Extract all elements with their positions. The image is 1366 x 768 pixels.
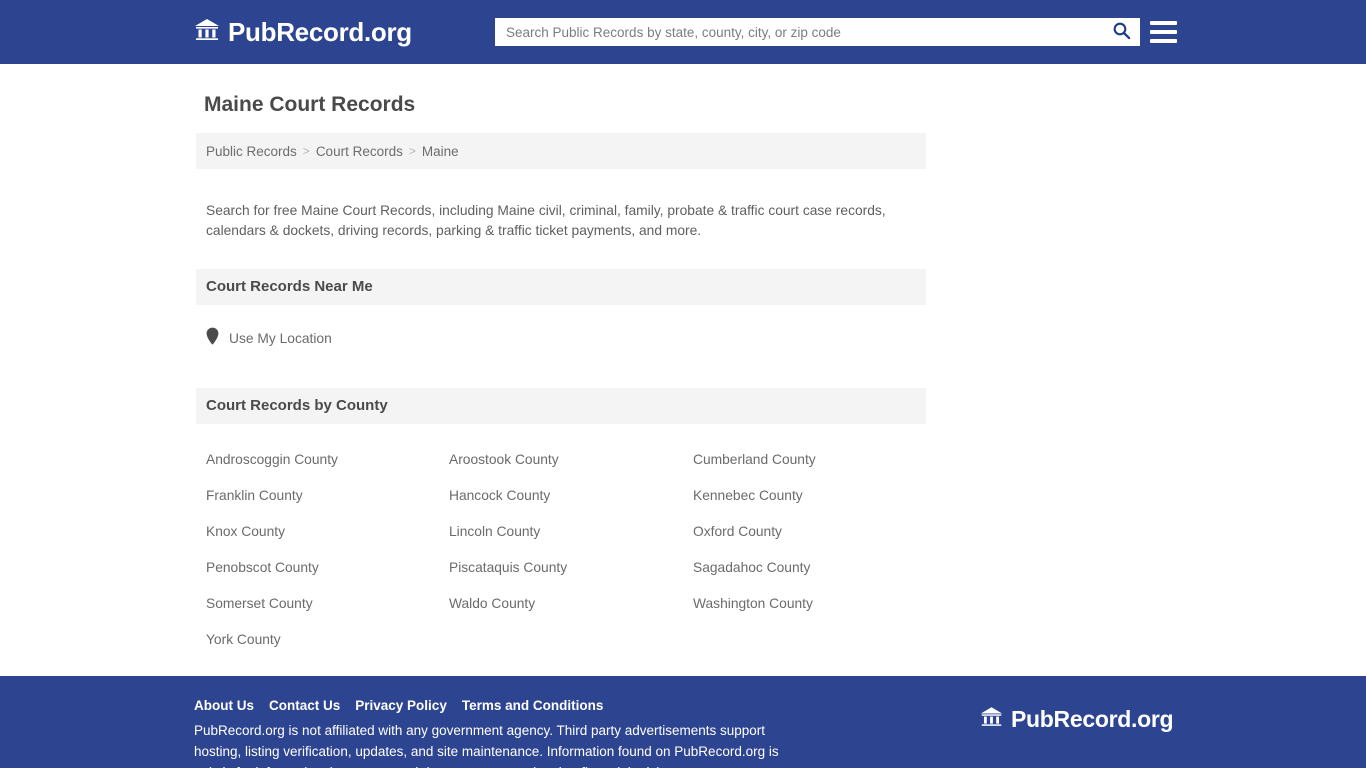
footer-link-about-us[interactable]: About Us	[194, 698, 254, 713]
hamburger-bar-3	[1150, 39, 1177, 43]
county-list-item-empty	[439, 622, 683, 658]
county-list-item: Waldo County	[439, 586, 683, 622]
header-logo-link[interactable]: PubRecord.org	[194, 0, 412, 64]
search-bar[interactable]	[495, 18, 1140, 46]
county-list-item: Oxford County	[683, 514, 926, 550]
footer-links: About Us Contact Us Privacy Policy Terms…	[194, 698, 834, 713]
county-list-item: Knox County	[196, 514, 439, 550]
county-link-oxford[interactable]: Oxford County	[693, 524, 782, 539]
county-link-lincoln[interactable]: Lincoln County	[449, 524, 540, 539]
page-title: Maine Court Records	[204, 93, 416, 116]
county-link-aroostook[interactable]: Aroostook County	[449, 452, 559, 467]
section-heading-by-county: Court Records by County	[196, 387, 926, 424]
site-header: PubRecord.org	[0, 0, 1366, 64]
footer-logo-link[interactable]: PubRecord.org	[980, 705, 1174, 733]
breadcrumb-item-court-records[interactable]: Court Records	[316, 144, 403, 159]
county-list-item: Sagadahoc County	[683, 550, 926, 586]
near-me-section-body: Use My Location	[196, 305, 926, 360]
footer-brand-text: PubRecord.org	[1011, 705, 1174, 732]
county-link-piscataquis[interactable]: Piscataquis County	[449, 560, 567, 575]
footer-link-terms-and-conditions[interactable]: Terms and Conditions	[462, 698, 604, 713]
intro-description: Search for free Maine Court Records, inc…	[206, 202, 886, 238]
county-list-item: York County	[196, 622, 439, 658]
search-button[interactable]	[1108, 21, 1135, 43]
county-list-item: Washington County	[683, 586, 926, 622]
county-link-knox[interactable]: Knox County	[206, 524, 285, 539]
county-link-waldo[interactable]: Waldo County	[449, 596, 535, 611]
breadcrumb: Public Records > Court Records > Maine	[196, 133, 926, 170]
county-list-item: Kennebec County	[683, 478, 926, 514]
county-link-cumberland[interactable]: Cumberland County	[693, 452, 816, 467]
breadcrumb-separator-2: >	[408, 144, 416, 159]
hamburger-bar-2	[1150, 30, 1177, 34]
content-container: Maine Court Records Public Records > Cou…	[196, 64, 926, 676]
breadcrumb-separator-1: >	[302, 144, 310, 159]
county-link-york[interactable]: York County	[206, 632, 281, 647]
county-link-penobscot[interactable]: Penobscot County	[206, 560, 319, 575]
search-input[interactable]	[506, 19, 1108, 45]
county-link-somerset[interactable]: Somerset County	[206, 596, 313, 611]
county-link-androscoggin[interactable]: Androscoggin County	[206, 452, 338, 467]
use-my-location-label: Use My Location	[229, 330, 332, 346]
footer-link-contact-us[interactable]: Contact Us	[269, 698, 340, 713]
county-list-item: Penobscot County	[196, 550, 439, 586]
county-list-item-empty	[683, 622, 926, 658]
county-link-franklin[interactable]: Franklin County	[206, 488, 303, 503]
county-link-kennebec[interactable]: Kennebec County	[693, 488, 803, 503]
header-brand-text: PubRecord.org	[228, 17, 412, 47]
use-my-location-button[interactable]: Use My Location	[206, 327, 332, 350]
bank-building-icon	[980, 706, 1003, 733]
county-list-item: Franklin County	[196, 478, 439, 514]
breadcrumb-item-maine: Maine	[421, 143, 459, 159]
county-link-sagadahoc[interactable]: Sagadahoc County	[693, 560, 810, 575]
site-footer: About Us Contact Us Privacy Policy Terms…	[0, 675, 1366, 768]
county-link-hancock[interactable]: Hancock County	[449, 488, 550, 503]
county-list: Androscoggin County Aroostook County Cum…	[196, 424, 926, 658]
bank-building-icon	[194, 18, 220, 47]
county-link-washington[interactable]: Washington County	[693, 596, 813, 611]
footer-disclaimer: PubRecord.org is not affiliated with any…	[194, 722, 779, 768]
section-heading-near-me: Court Records Near Me	[196, 268, 926, 305]
search-icon	[1112, 21, 1131, 43]
county-list-item: Androscoggin County	[196, 442, 439, 478]
county-list-item: Lincoln County	[439, 514, 683, 550]
county-list-item: Hancock County	[439, 478, 683, 514]
county-list-item: Cumberland County	[683, 442, 926, 478]
content-bottom-spacer	[196, 658, 926, 676]
page-body: Maine Court Records Public Records > Cou…	[0, 64, 1366, 676]
county-list-item: Piscataquis County	[439, 550, 683, 586]
hamburger-bar-1	[1150, 21, 1177, 25]
footer-link-privacy-policy[interactable]: Privacy Policy	[355, 698, 447, 713]
map-pin-icon	[206, 327, 219, 350]
county-list-item: Somerset County	[196, 586, 439, 622]
hamburger-menu-icon[interactable]	[1150, 18, 1177, 46]
county-list-item: Aroostook County	[439, 442, 683, 478]
breadcrumb-item-public-records[interactable]: Public Records	[206, 144, 297, 159]
footer-left-column: About Us Contact Us Privacy Policy Terms…	[194, 698, 834, 768]
